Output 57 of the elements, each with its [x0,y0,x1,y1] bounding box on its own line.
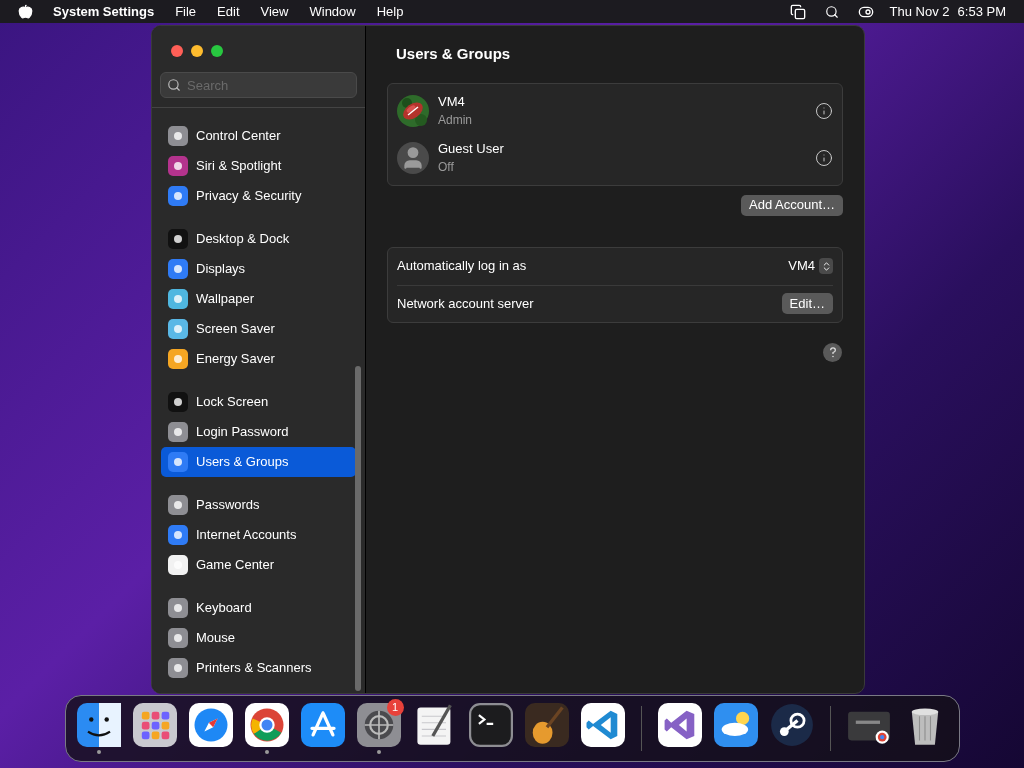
sidebar-item[interactable]: Privacy & Security [161,181,356,211]
sidebar-item[interactable]: Game Center [161,550,356,580]
sidebar-item[interactable]: Users & Groups [161,447,356,477]
user-popup[interactable]: VM4 [788,256,833,276]
sidebar-item[interactable]: Siri & Spotlight [161,151,356,181]
menu-item[interactable]: Edit [217,1,240,22]
code-editor-icon[interactable] [580,703,625,747]
info-icon[interactable] [815,148,833,167]
menu-date[interactable]: Thu Nov 2 [889,1,950,22]
sidebar-item[interactable]: Screen Saver [161,314,356,344]
gear-icon[interactable] [356,703,401,747]
grid-icon[interactable] [132,703,177,747]
sidebar-item[interactable]: Printers & Scanners [161,653,356,683]
setting-label: Network account server [397,294,535,313]
sidebar-item[interactable]: Internet Accounts [161,520,356,550]
info-icon[interactable] [815,101,833,120]
minimize-button[interactable] [191,45,203,57]
app-menu[interactable]: System Settings [53,1,155,22]
user-role: Admin [438,112,473,130]
menu-item[interactable]: Window [309,1,356,22]
sidebar-item[interactable]: Energy Saver [161,344,356,374]
terminal-icon[interactable] [468,703,513,747]
help-icon[interactable] [823,342,842,362]
sidebar-item[interactable]: Displays [161,254,356,284]
updown-arrows-icon [819,258,833,274]
face-icon[interactable] [76,703,121,747]
sidebar-item[interactable]: Mouse [161,623,356,653]
browser-icon[interactable] [244,703,289,747]
sidebar-item[interactable]: Lock Screen [161,387,356,417]
close-button[interactable] [171,45,183,57]
sidebar-item[interactable]: Passwords [161,490,356,520]
apple-icon[interactable] [18,4,33,19]
search-icon [167,78,181,92]
add-account-button[interactable]: Add Account… [741,194,843,216]
weather-icon[interactable] [713,703,758,747]
edit-button[interactable]: Edit… [781,293,833,314]
visual-studio-icon[interactable] [657,703,702,747]
zoom-button[interactable] [211,45,223,57]
page-title: Users & Groups [395,44,512,64]
user-name: Guest User [438,139,505,158]
search-icon[interactable] [824,4,839,19]
notification-badge: 1 [386,698,404,716]
avatar-icon [397,141,429,174]
user-name: VM4 [438,92,466,111]
sidebar-item[interactable]: Login Password [161,417,356,447]
menu-item[interactable]: View [260,1,289,22]
setting-label: Automatically log in as [397,257,528,276]
sidebar-item[interactable]: Control Center [161,121,356,151]
sidebar-item[interactable]: Desktop & Dock [161,224,356,254]
sidebar-item[interactable]: Wallpaper [161,284,356,314]
menu-item[interactable]: Help [376,1,404,22]
windows-icon[interactable] [789,3,806,20]
user-role: Off [438,159,455,177]
sidebar-item[interactable]: Keyboard [161,593,356,623]
menu-time[interactable]: 6:53 PM [957,1,1006,22]
menu-item[interactable]: File [175,1,197,22]
compass-icon[interactable] [188,703,233,747]
